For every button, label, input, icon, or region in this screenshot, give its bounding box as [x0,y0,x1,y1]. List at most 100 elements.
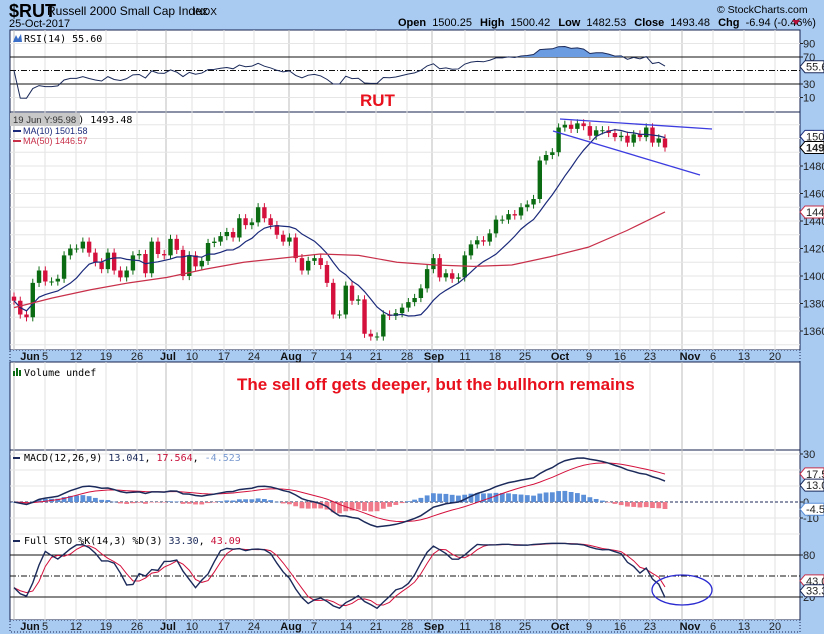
x-tick-label: 24 [248,351,260,363]
stockcharts-watermark: © StockCharts.com [717,4,808,16]
macd-histogram-bar [174,501,180,503]
macd-legend: MACD(12,26,9) 13.041, 17.564, -4.523 [24,453,241,464]
candle-body [424,269,430,289]
price-y-tick-label: 1420 [803,244,824,256]
candle-body [293,237,298,259]
rut-annotation: RUT [360,91,396,110]
candle-body [205,243,211,261]
candle-body [24,314,29,318]
candle-body [644,127,649,138]
candle-body [550,152,555,155]
candle-body [218,236,223,242]
macd-value: 13.041 [108,453,144,464]
low-value: 1482.53 [586,17,626,29]
volume-legend: Volume undef [24,368,96,379]
x-tick-label: 11 [459,621,470,633]
macd-histogram-bar [430,493,436,502]
candle-body [168,238,173,256]
macd-histogram-bar [293,502,299,507]
x-tick-label: 18 [489,621,501,633]
x-tick-label: 11 [459,351,470,363]
candle-body [456,277,461,279]
macd-histogram-bar [443,493,449,502]
macd-histogram-bar [612,502,618,504]
macd-histogram-bar [662,502,668,510]
candle-body [500,219,505,221]
candle-body [562,124,568,128]
macd-histogram-bar [80,495,86,502]
macd-histogram-bar [531,495,536,502]
x-tick-label: Jun [20,351,40,363]
price-y-tick-label: 1360 [803,326,824,338]
macd-histogram-bar [149,502,155,503]
macd-histogram-bar [268,500,274,502]
sto-y-tick-label: 80 [803,550,815,562]
candle-body [575,123,580,129]
x-tick-label: 20 [769,621,781,633]
macd-histogram-bar [299,502,305,509]
candle-body [124,270,129,278]
candle-body [180,249,186,276]
ma50-value-tag: 1446 [806,207,824,219]
quote-text: Open 1500.25 High 1500.42 Low 1482.53 Cl… [398,17,816,29]
macd-histogram-bar [587,497,593,502]
macd-histogram-bar [512,494,518,502]
close-label: Close [634,17,664,29]
macd-histogram-bar [243,499,249,502]
tooltip-text: 19 Jun Y:95.98 [13,115,76,126]
x-tick-label: 12 [70,621,82,633]
x-tick-label: 21 [370,351,382,363]
chg-label: Chg [718,17,739,29]
macd-histogram-bar [92,497,98,502]
candle-body [662,138,668,148]
macd-histogram-bar [99,499,105,502]
ma50-legend: MA(50) 1446.57 [23,136,88,146]
x-tick-label: 24 [248,621,260,633]
macd-histogram-bar [518,494,524,502]
exchange: INDX [193,7,217,18]
macd-histogram-bar [506,493,511,502]
macd-histogram-bar [524,495,530,502]
rsi-y-tick-label: 30 [803,79,815,91]
candle-body [481,240,486,242]
x-tick-label: 21 [370,621,382,633]
macd-histogram-bar [274,501,280,503]
price-y-tick-label: 1480 [803,161,824,173]
macd-histogram-bar [236,499,242,502]
ma10-swatch [13,130,21,132]
candle-body [587,126,593,136]
candle-body [506,214,511,220]
high-label: High [480,17,505,29]
macd-histogram-bar [193,502,198,505]
candle-body [11,296,17,301]
rsi-value-tag: 55.6 [806,62,824,74]
macd-histogram-bar [574,493,580,502]
candle-body [243,218,248,226]
candle-body [337,314,342,316]
x-tick-label: 6 [710,351,716,363]
rsi-y-tick-label: 10 [803,93,815,105]
candle-body [531,199,536,205]
x-tick-label: Oct [551,351,570,363]
macd-histogram-bar [606,502,612,503]
candle-body [224,232,230,237]
macd-histogram-bar [650,502,655,508]
x-tick-label: 13 [738,621,750,633]
candle-body [111,252,117,271]
macd-histogram-bar [380,502,386,509]
macd-histogram-bar [230,500,236,502]
candle-body [443,273,449,278]
candle-body [362,299,367,334]
candle-body [212,241,217,243]
x-tick-label: 10 [186,621,198,633]
macd-histogram-bar [493,492,499,502]
macd-histogram-bar [556,491,561,502]
macd-histogram-bar [387,502,392,507]
candle-body [475,240,480,245]
macd-histogram-bar [199,502,205,505]
x-tick-label: 9 [586,621,592,633]
x-tick-label: Jul [160,351,176,363]
rsi-y-tick-label: 90 [803,39,815,51]
macd-histogram-bar [305,502,311,509]
macd-histogram-bar [393,502,399,505]
